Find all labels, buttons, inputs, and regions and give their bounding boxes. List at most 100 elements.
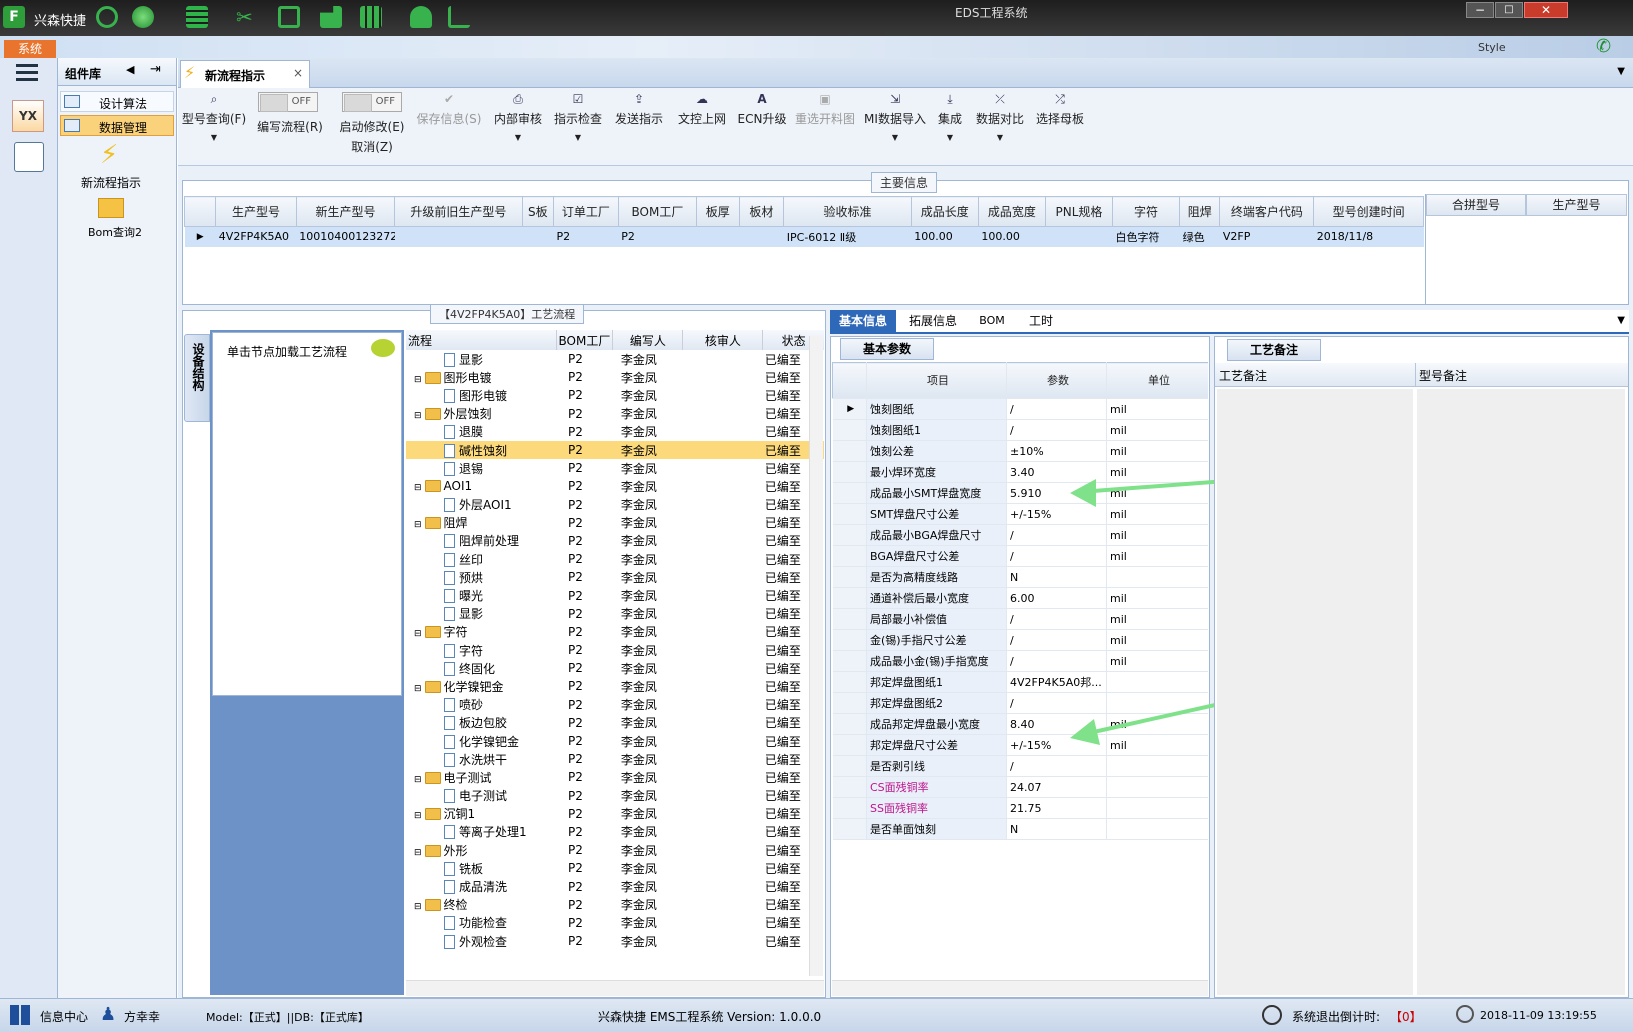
row-selector-icon[interactable]: ▶ bbox=[185, 227, 216, 247]
tree-row[interactable]: 板边包胶 P2 李金凤 已编至 bbox=[406, 714, 824, 732]
select-motherboard-button[interactable]: ⤮ 选择母板 bbox=[1032, 92, 1088, 127]
ecn-upgrade-button[interactable]: A ECN升级 bbox=[736, 92, 788, 127]
tree-row[interactable]: ⊟ 外层蚀刻 P2 李金凤 已编至 bbox=[406, 405, 824, 423]
bom-query-shortcut[interactable]: Bom查询2 bbox=[58, 196, 176, 240]
column-header[interactable]: 参数 bbox=[1006, 362, 1107, 399]
column-header[interactable]: BOM工厂 bbox=[617, 196, 698, 227]
tree-vertical-scrollbar[interactable] bbox=[809, 336, 823, 976]
collapse-icon[interactable]: ⊟ bbox=[414, 902, 422, 912]
param-value[interactable]: 24.07 bbox=[1006, 776, 1107, 798]
close-button[interactable]: ✕ bbox=[1524, 2, 1568, 18]
row-selector[interactable] bbox=[832, 797, 867, 819]
windows-icon[interactable] bbox=[10, 1005, 30, 1025]
column-header[interactable]: 工艺备注 bbox=[1219, 367, 1267, 384]
scissors-icon[interactable]: ✂ bbox=[236, 6, 258, 28]
table-cell[interactable] bbox=[395, 227, 522, 247]
row-selector[interactable] bbox=[832, 587, 867, 609]
table-cell[interactable]: 白色字符 bbox=[1113, 227, 1180, 247]
column-header[interactable]: PNL规格 bbox=[1044, 196, 1114, 227]
table-cell[interactable]: P2 bbox=[553, 227, 618, 247]
column-header[interactable]: 终端客户代码 bbox=[1219, 196, 1315, 227]
tree-row[interactable]: 成品清洗 P2 李金凤 已编至 bbox=[406, 877, 824, 895]
table-cell[interactable] bbox=[697, 227, 739, 247]
style-menu[interactable]: Style bbox=[1478, 41, 1506, 54]
write-process-toggle[interactable]: OFF bbox=[258, 92, 318, 112]
tree-row[interactable]: 退膜 P2 李金凤 已编至 bbox=[406, 423, 824, 441]
tab-new-process[interactable]: ⚡ 新流程指示 × bbox=[180, 60, 310, 88]
row-selector[interactable] bbox=[832, 818, 867, 840]
write-process-button[interactable]: 编写流程(R) bbox=[252, 118, 328, 135]
tree-row[interactable]: ⊟ 终检 P2 李金凤 已编至 bbox=[406, 896, 824, 914]
tree-row[interactable]: 曝光 P2 李金凤 已编至 bbox=[406, 586, 824, 604]
param-row[interactable]: 是否单面蚀刻 N bbox=[832, 818, 1208, 840]
tree-row[interactable]: 外层AOI1 P2 李金凤 已编至 bbox=[406, 496, 824, 514]
table-cell[interactable]: 100.00 bbox=[911, 227, 978, 247]
row-selector[interactable] bbox=[832, 461, 867, 483]
param-row[interactable]: 蚀刻公差 ±10% mil bbox=[832, 440, 1208, 462]
tree-row[interactable]: 化学镍钯金 P2 李金凤 已编至 bbox=[406, 732, 824, 750]
column-header[interactable]: 验收标准 bbox=[783, 196, 912, 227]
new-process-shortcut[interactable]: ⚡ 新流程指示 bbox=[58, 140, 176, 194]
tree-row[interactable]: 终固化 P2 李金凤 已编至 bbox=[406, 659, 824, 677]
system-menu-button[interactable]: 系统 bbox=[4, 40, 56, 58]
tree-row[interactable]: 图形电镀 P2 李金凤 已编至 bbox=[406, 386, 824, 404]
film-icon[interactable] bbox=[278, 6, 300, 28]
reselect-cut-drawing-button[interactable]: ▣ 重选开料图 bbox=[792, 92, 858, 127]
column-header[interactable]: 升级前旧生产型号 bbox=[394, 196, 523, 227]
table-cell[interactable]: IPC-6012 Ⅱ级 bbox=[784, 227, 911, 247]
column-header[interactable]: 板材 bbox=[738, 196, 785, 227]
row-selector[interactable] bbox=[832, 713, 867, 735]
phone-icon[interactable]: ✆ bbox=[1596, 36, 1611, 57]
chart-icon[interactable] bbox=[448, 6, 470, 28]
tree-row[interactable]: 水洗烘干 P2 李金凤 已编至 bbox=[406, 750, 824, 768]
table-cell[interactable]: 100.00 bbox=[978, 227, 1045, 247]
integrate-button[interactable]: ⤓ 集成 ▼ bbox=[932, 92, 968, 142]
tree-row[interactable]: ⊟ 图形电镀 P2 李金凤 已编至 bbox=[406, 368, 824, 386]
table-cell[interactable]: 绿色 bbox=[1180, 227, 1220, 247]
internal-review-button[interactable]: ⎙ 内部审核 ▼ bbox=[490, 92, 546, 142]
tree-row[interactable]: 电子测试 P2 李金凤 已编至 bbox=[406, 787, 824, 805]
row-selector[interactable] bbox=[832, 482, 867, 504]
table-row[interactable]: ▶ 4V2FP4K5A0 10010400123272 P2 P2 IPC-6012 Ⅱ级… bbox=[184, 226, 1424, 247]
param-row[interactable]: CS面残铜率 24.07 bbox=[832, 776, 1208, 798]
hamburger-icon[interactable] bbox=[16, 64, 38, 67]
collapse-icon[interactable]: ⊟ bbox=[414, 775, 422, 785]
column-header[interactable]: 型号备注 bbox=[1419, 367, 1467, 384]
collapse-icon[interactable]: ⊟ bbox=[414, 848, 422, 858]
tree-row[interactable]: ⊟ 沉铜1 P2 李金凤 已编至 bbox=[406, 805, 824, 823]
column-header[interactable]: 订单工厂 bbox=[552, 196, 619, 227]
tree-row[interactable]: ⊟ 化学镍钯金 P2 李金凤 已编至 bbox=[406, 677, 824, 695]
collapse-icon[interactable]: ⊟ bbox=[414, 483, 422, 493]
tab-work-hours[interactable]: 工时 bbox=[1016, 310, 1066, 332]
table-cell[interactable]: 10010400123272 bbox=[296, 227, 394, 247]
row-selector[interactable] bbox=[832, 734, 867, 756]
row-selector[interactable] bbox=[832, 755, 867, 777]
row-selector[interactable] bbox=[832, 608, 867, 630]
grid-icon[interactable] bbox=[186, 6, 208, 28]
craft-note-field[interactable] bbox=[1217, 389, 1413, 995]
row-selector[interactable] bbox=[832, 566, 867, 588]
row-selector[interactable] bbox=[832, 440, 867, 462]
row-selector[interactable] bbox=[832, 671, 867, 693]
column-header[interactable]: 成品长度 bbox=[910, 196, 979, 227]
tab-extended-info[interactable]: 拓展信息 bbox=[900, 310, 966, 332]
collapse-icon[interactable]: ⊟ bbox=[414, 411, 422, 421]
row-selector[interactable] bbox=[832, 419, 867, 441]
tree-row[interactable]: ⊟ 阻焊 P2 李金凤 已编至 bbox=[406, 514, 824, 532]
row-selector[interactable] bbox=[832, 776, 867, 798]
model-note-field[interactable] bbox=[1417, 389, 1625, 995]
maximize-button[interactable]: □ bbox=[1495, 2, 1523, 18]
column-header[interactable]: 合拼型号 bbox=[1426, 194, 1526, 216]
search-icon[interactable] bbox=[96, 6, 118, 28]
row-selector[interactable] bbox=[832, 692, 867, 714]
sidebar-item-data[interactable]: 数据管理 bbox=[60, 115, 174, 136]
table-cell[interactable] bbox=[522, 227, 553, 247]
start-edit-toggle[interactable]: OFF bbox=[342, 92, 402, 112]
mi-import-button[interactable]: ⇲ MI数据导入 ▼ bbox=[862, 92, 928, 142]
craft-notes-tab[interactable]: 工艺备注 bbox=[1227, 339, 1321, 361]
params-horizontal-scrollbar[interactable] bbox=[832, 980, 1208, 996]
param-value[interactable]: / bbox=[1006, 419, 1107, 441]
tree-row[interactable]: 预烘 P2 李金凤 已编至 bbox=[406, 568, 824, 586]
tree-row[interactable]: 喷砂 P2 李金凤 已编至 bbox=[406, 696, 824, 714]
minimize-button[interactable]: − bbox=[1466, 2, 1494, 18]
